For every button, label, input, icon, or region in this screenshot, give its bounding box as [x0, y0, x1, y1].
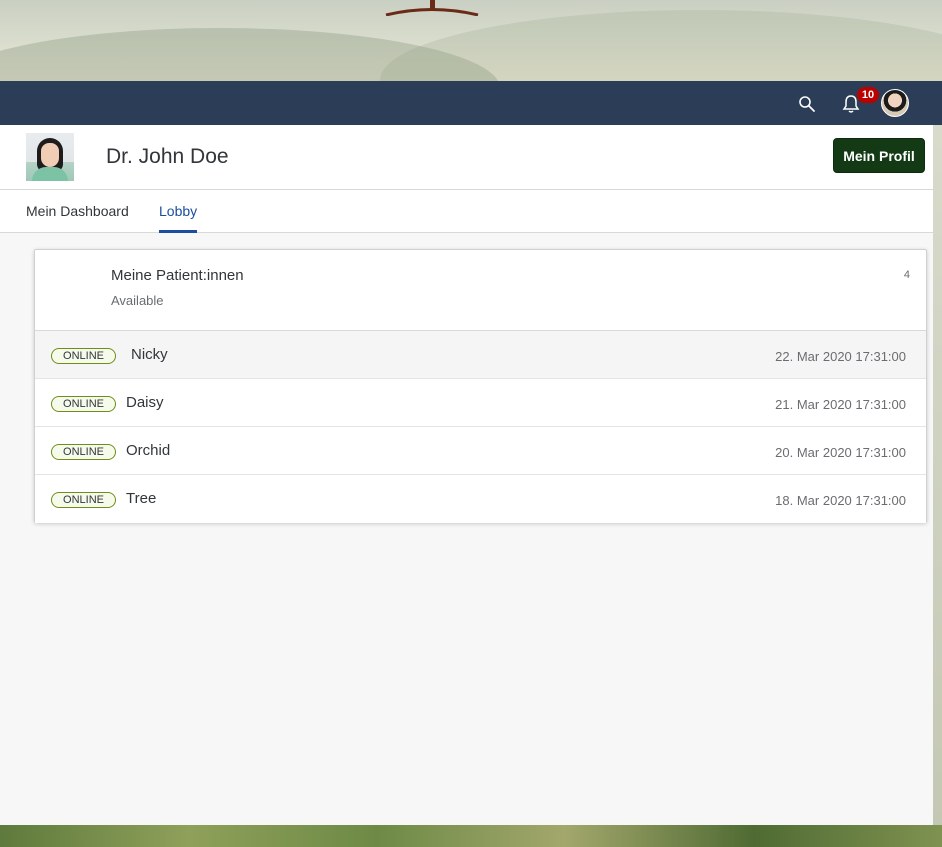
background-landscape-bottom — [0, 825, 942, 847]
profile-photo-body — [32, 167, 68, 181]
background-landscape-edge — [933, 125, 942, 825]
status-badge: ONLINE — [51, 348, 116, 364]
tab-lobby[interactable]: Lobby — [159, 190, 198, 233]
list-item[interactable]: ONLINE Orchid 20. Mar 2020 17:31:00 — [35, 427, 926, 475]
profile-photo — [26, 133, 74, 181]
status-badge: ONLINE — [51, 396, 116, 412]
list-item[interactable]: ONLINE Daisy 21. Mar 2020 17:31:00 — [35, 379, 926, 427]
tab-dashboard[interactable]: Mein Dashboard — [26, 190, 129, 233]
patient-name: Nicky — [131, 346, 168, 363]
card-subtitle: Available — [111, 293, 164, 308]
status-badge: ONLINE — [51, 492, 116, 508]
tree-silhouette-icon — [385, 0, 479, 16]
page-title: Dr. John Doe — [106, 145, 229, 168]
background-landscape-top — [0, 0, 942, 81]
user-avatar[interactable] — [881, 89, 909, 117]
timestamp: 20. Mar 2020 17:31:00 — [775, 445, 906, 460]
search-icon[interactable] — [798, 95, 816, 113]
card-title: Meine Patient:innen — [111, 267, 244, 284]
object-page-header: Dr. John Doe Mein Profil — [0, 125, 933, 190]
list-item[interactable]: ONLINE Nicky 22. Mar 2020 17:31:00 — [35, 331, 926, 379]
shell-bar: 10 — [0, 81, 942, 125]
page-content: Dr. John Doe Mein Profil Mein Dashboard … — [0, 125, 933, 825]
background-hill — [0, 28, 500, 81]
patient-count: 4 — [903, 269, 910, 281]
status-badge: ONLINE — [51, 444, 116, 460]
patient-name: Daisy — [126, 394, 164, 411]
list-item[interactable]: ONLINE Tree 18. Mar 2020 17:31:00 — [35, 475, 926, 523]
timestamp: 18. Mar 2020 17:31:00 — [775, 493, 906, 508]
timestamp: 22. Mar 2020 17:31:00 — [775, 349, 906, 364]
patient-name: Tree — [126, 490, 157, 507]
card-header: Meine Patient:innen Available 4 — [35, 250, 926, 331]
tab-bar: Mein Dashboard Lobby — [0, 190, 933, 233]
patient-name: Orchid — [126, 442, 171, 459]
profile-photo-face — [41, 143, 59, 167]
notification-badge: 10 — [857, 87, 879, 103]
patients-card: Meine Patient:innen Available 4 ONLINE N… — [34, 249, 927, 523]
timestamp: 21. Mar 2020 17:31:00 — [775, 397, 906, 412]
my-profile-button[interactable]: Mein Profil — [833, 138, 925, 173]
